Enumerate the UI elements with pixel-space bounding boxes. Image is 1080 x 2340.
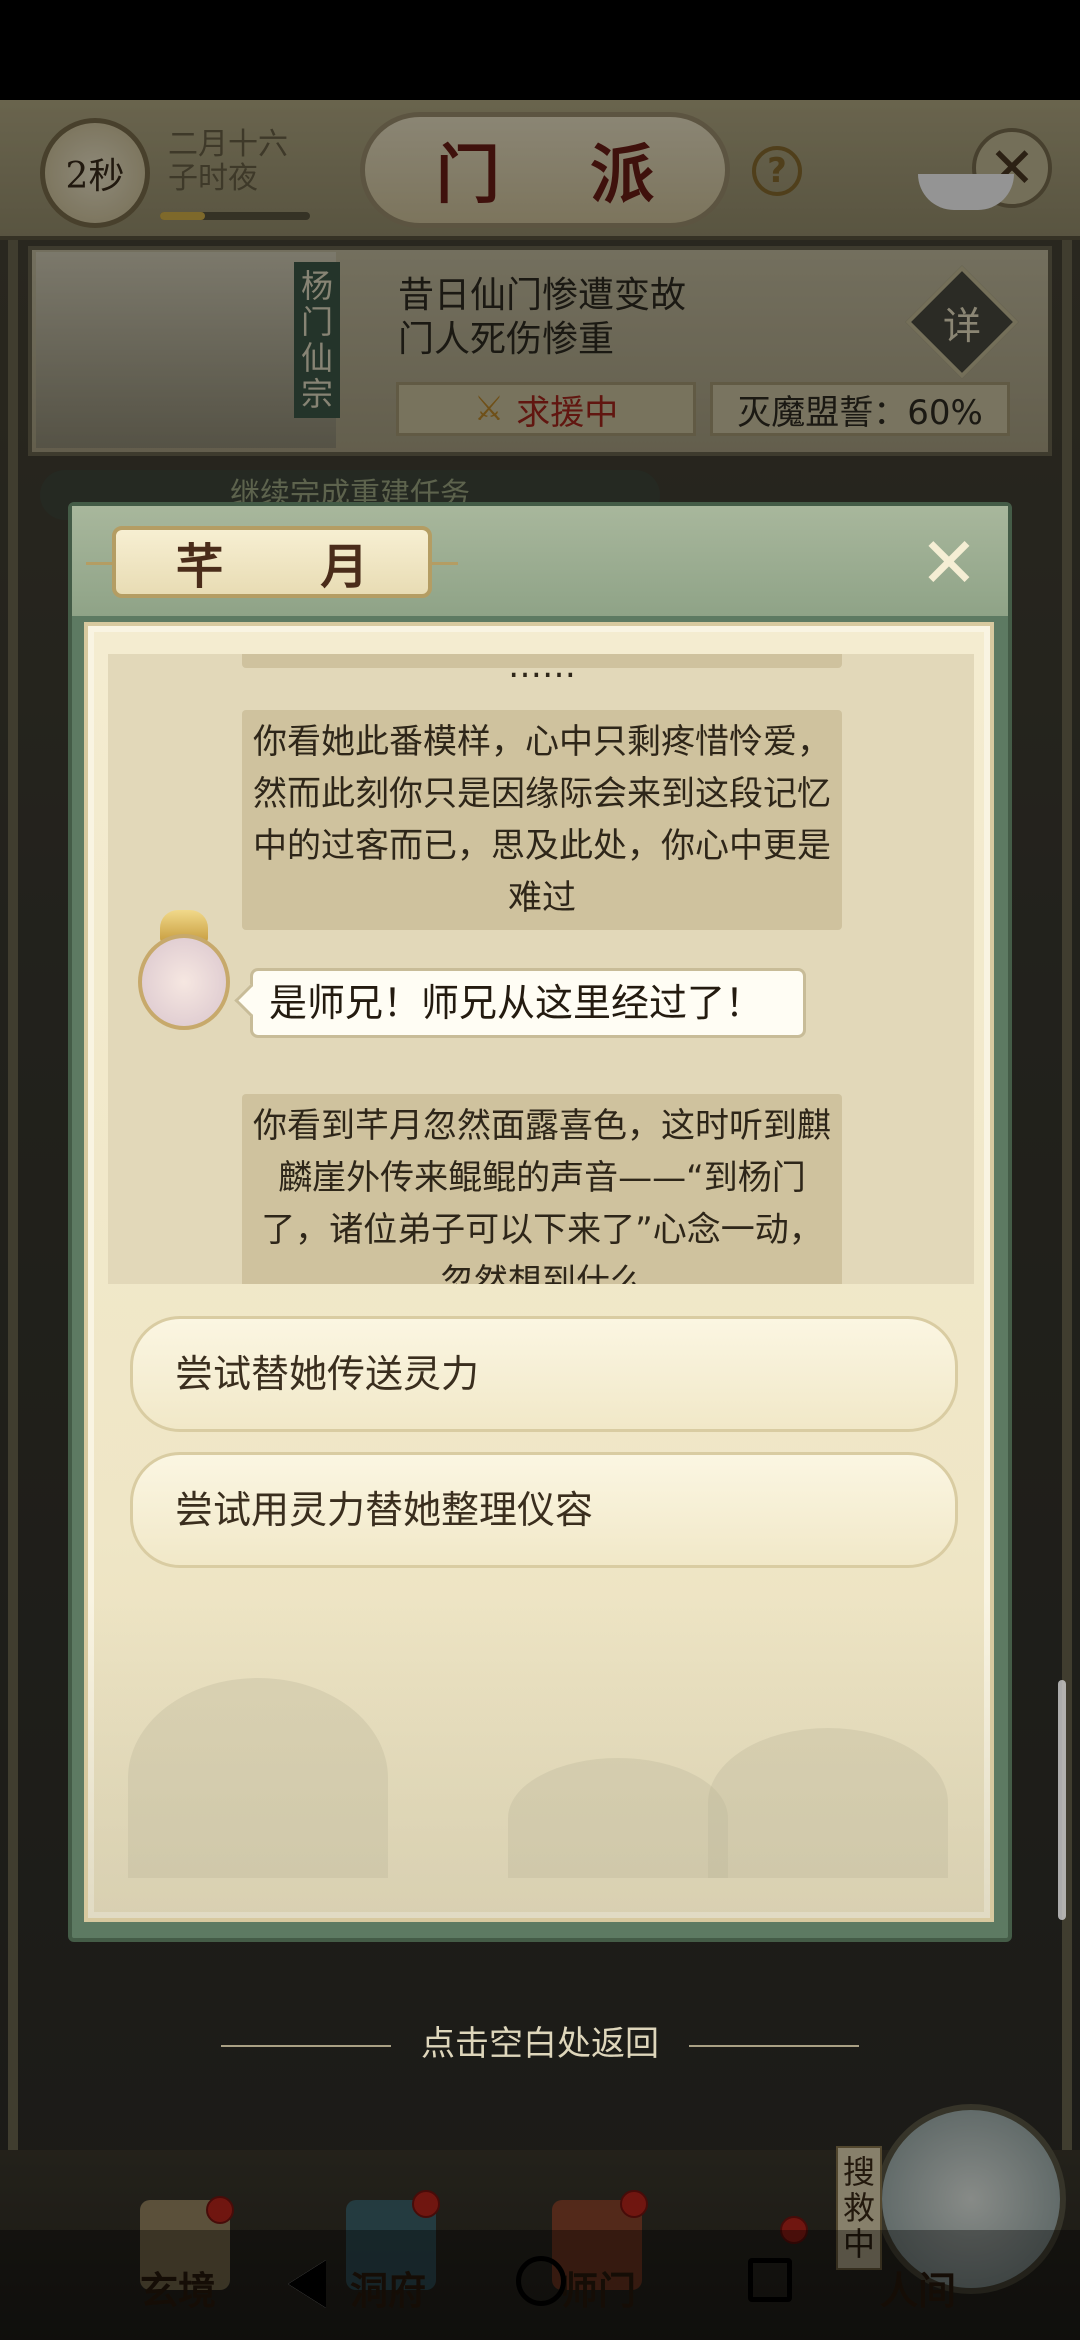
story-bubble: 你看到芊月忽然面露喜色，这时听到麒麟崖外传来鲲鲲的声音——“到杨门了，诸位弟子可… [242,1094,842,1284]
choice-button[interactable]: 尝试用灵力替她整理仪容 [130,1452,958,1568]
story-dialog: 芊 月 ✕ …… 你看她此番模样，心中只剩疼惜怜爱，然而此刻你只是因缘际会来到这… [68,502,1012,1942]
dialog-close-button[interactable]: ✕ [914,528,984,598]
choice-button[interactable]: 尝试替她传送灵力 [130,1316,958,1432]
close-icon: ✕ [919,522,979,604]
ink-landscape-decoration [88,1598,990,1918]
return-hint-label: 点击空白处返回 [421,2024,659,2064]
story-log[interactable]: …… 你看她此番模样，心中只剩疼惜怜爱，然而此刻你只是因缘际会来到这段记忆中的过… [108,654,974,1284]
dialog-title: 芊 月 [86,526,458,598]
scrollbar [1058,1680,1066,1920]
dialog-header: 芊 月 ✕ [72,506,1008,616]
dialog-body: …… 你看她此番模样，心中只剩疼惜怜爱，然而此刻你只是因缘际会来到这段记忆中的过… [84,622,994,1922]
story-bubble: 你看她此番模样，心中只剩疼惜怜爱，然而此刻你只是因缘际会来到这段记忆中的过客而已… [242,710,842,930]
character-avatar [132,910,236,1034]
mountain-shape [508,1758,728,1878]
mountain-shape [708,1728,948,1878]
status-bar [0,0,1080,100]
recent-apps-icon[interactable] [748,2258,792,2302]
avatar-portrait [138,934,230,1030]
mountain-shape [128,1678,388,1878]
back-icon[interactable] [288,2260,326,2308]
character-speech: 是师兄！师兄从这里经过了！ [250,968,806,1038]
return-hint[interactable]: 点击空白处返回 [0,2016,1080,2065]
home-icon[interactable] [516,2256,566,2306]
story-bubble: …… [242,654,842,686]
